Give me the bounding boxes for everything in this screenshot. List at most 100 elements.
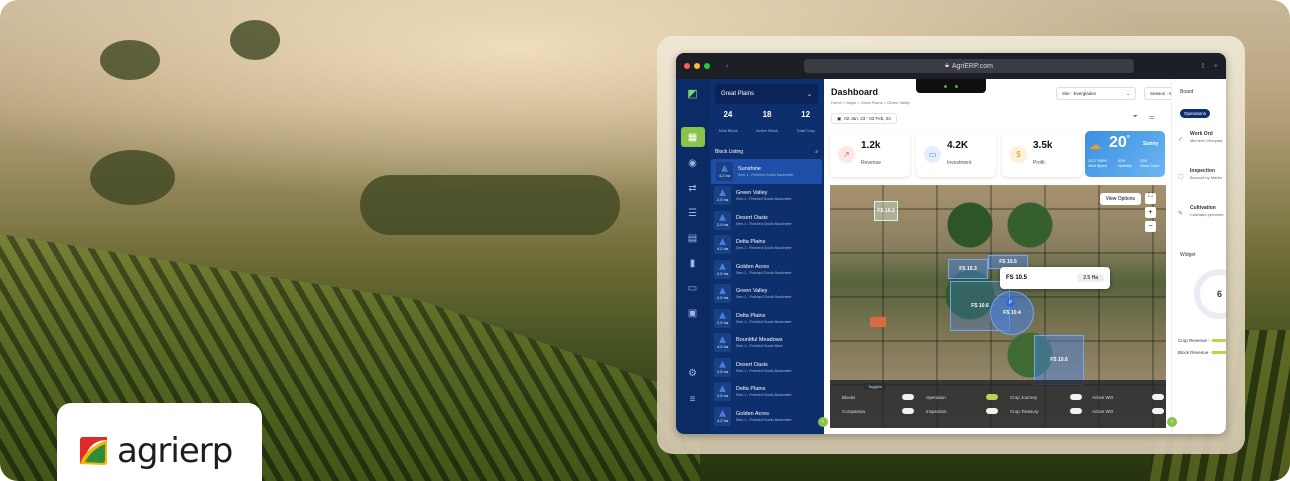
url-bar[interactable]: 🔒︎ AgriERP.com bbox=[804, 59, 1134, 73]
toggle-label: Active WO bbox=[1092, 394, 1114, 400]
map-field[interactable]: FS 10.3 bbox=[948, 259, 988, 279]
dollar-icon: $ bbox=[1010, 145, 1027, 163]
tasks-icon[interactable]: ☰ bbox=[681, 203, 705, 223]
filter-icon[interactable]: ⏷ bbox=[1133, 114, 1138, 121]
gauge-value: 6 bbox=[1217, 289, 1223, 299]
map-field[interactable]: FS 10.2 bbox=[874, 201, 898, 221]
satellite-map[interactable]: FS 10.2 FS 10.3 FS 10.5 FS 10.6 FS 10.4 … bbox=[830, 185, 1166, 428]
chat-icon[interactable]: ▭ bbox=[681, 278, 705, 298]
tree-line bbox=[360, 175, 620, 235]
toggle-switch[interactable] bbox=[902, 394, 914, 400]
toggle-label: Crop Treasury bbox=[1010, 408, 1039, 414]
block-subtitle: Sem-1 - Finished Goods Backmeter bbox=[736, 270, 792, 275]
calendar-icon[interactable]: ▣ bbox=[681, 303, 705, 323]
block-list-item[interactable]: 4.2 ha Bountiful Meadows Sem-1 - Finishe… bbox=[709, 331, 824, 356]
map-toggle[interactable]: Active WO bbox=[1092, 394, 1164, 400]
block-name: Desert Oasis bbox=[736, 214, 768, 221]
operation-title: Work Ord bbox=[1190, 131, 1213, 137]
maximize-dot[interactable] bbox=[704, 63, 710, 69]
operation-subtitle: Broccoli by Martin bbox=[1190, 175, 1222, 180]
sliders-icon[interactable]: ⚌ bbox=[1149, 114, 1154, 121]
block-list-item[interactable]: 2.5 ha Desert Oasis Sem-1 - Finished Goo… bbox=[709, 208, 824, 233]
toggle-switch[interactable] bbox=[986, 408, 998, 414]
share-icon[interactable]: ⇧ bbox=[1200, 62, 1206, 70]
block-list-item[interactable]: 4.2 ha Delta Plains Sem-1 - Finished Goo… bbox=[709, 233, 824, 258]
block-name: Sunshine bbox=[738, 165, 761, 172]
block-subtitle: Sem-1 - Finished Goods Backmeter bbox=[736, 368, 792, 373]
block-list-item[interactable]: 2.5 ha Green Valley Sem-1 - Finished Goo… bbox=[709, 282, 824, 307]
map-toggle[interactable]: Crop Journey bbox=[1010, 394, 1082, 400]
back-icon[interactable]: ‹ bbox=[726, 63, 728, 70]
brand-name: agrierp bbox=[117, 430, 233, 471]
toggle-switch[interactable] bbox=[986, 394, 998, 400]
weather-cloud: 32% Cloud Cover bbox=[1140, 159, 1160, 168]
block-list-item[interactable]: 2.5 ha Green Valley Sem-1 - Finished Goo… bbox=[709, 184, 824, 209]
map-toggle[interactable]: Blocks bbox=[842, 394, 914, 400]
routes-icon[interactable]: ⇄ bbox=[681, 178, 705, 198]
toggle-switch[interactable] bbox=[1152, 408, 1164, 414]
fullscreen-icon[interactable]: ⛶ bbox=[1145, 193, 1156, 204]
dashboard-icon[interactable]: ▦ bbox=[680, 127, 705, 147]
app-logo-icon[interactable]: ◩ bbox=[681, 83, 705, 103]
map-toggle[interactable]: Crop Treasury bbox=[1010, 408, 1082, 414]
document-icon[interactable]: ▤ bbox=[681, 228, 705, 248]
kpi-revenue[interactable]: ↗ 1.2k Revenue bbox=[830, 131, 910, 177]
browser-window: ‹ 🔒︎ AgriERP.com ⇧ + ◩ ▦ ◉ ⇄ ☰ ▤ ▮ ▭ ▣ ⚙ … bbox=[676, 53, 1226, 434]
search-icon[interactable]: ⌕ bbox=[815, 149, 818, 155]
new-tab-icon[interactable]: + bbox=[1214, 63, 1218, 70]
view-options-button[interactable]: View Options bbox=[1099, 193, 1141, 205]
stat-total-crop: 12 Total Crop bbox=[796, 110, 815, 133]
block-icon: 2.5 ha bbox=[714, 382, 731, 402]
sun-cloud-icon: ☁ bbox=[1089, 138, 1101, 152]
field-popup[interactable]: FS 10.5 2.5 Ha bbox=[1000, 267, 1110, 289]
map-toggle[interactable]: Operation bbox=[926, 394, 998, 400]
minimize-dot[interactable] bbox=[694, 63, 700, 69]
toggles-title: Toggles bbox=[864, 383, 886, 390]
toggle-switch[interactable] bbox=[1152, 394, 1164, 400]
clipboard-icon: ✓ bbox=[1178, 137, 1184, 143]
menu-icon[interactable]: ≡ bbox=[681, 389, 705, 409]
block-list-item[interactable]: 4.2 ha Sunshine Sem-1 - Finished Goods B… bbox=[711, 159, 822, 184]
site-select[interactable]: Site : Everglades ⌄ bbox=[1056, 87, 1136, 100]
chart-icon[interactable]: ▮ bbox=[681, 253, 705, 273]
block-list-item[interactable]: 2.5 ha Delta Plains Sem-1 - Finished Goo… bbox=[709, 306, 824, 331]
toggle-switch[interactable] bbox=[1070, 394, 1082, 400]
toggle-switch[interactable] bbox=[1070, 408, 1082, 414]
trend-icon: ↗ bbox=[838, 145, 855, 163]
block-list-item[interactable]: 2.5 ha Golden Acres Sem-1 - Finished Goo… bbox=[709, 257, 824, 282]
map-pin-icon[interactable]: P bbox=[1006, 298, 1015, 307]
toggle-switch[interactable] bbox=[902, 408, 914, 414]
block-name: Bountiful Meadows bbox=[736, 337, 783, 344]
kpi-investment[interactable]: ▭ 4.2K Investment bbox=[916, 131, 996, 177]
map-field[interactable]: FS 10.6 bbox=[1034, 335, 1084, 385]
tab-operations[interactable]: Operations bbox=[1180, 109, 1211, 118]
operation-subtitle: Mid term Vineyard bbox=[1190, 138, 1223, 143]
block-name: Delta Plains bbox=[736, 312, 766, 319]
block-revenue-label: Block Revenue - bbox=[1178, 350, 1212, 355]
expand-panel-button[interactable]: › bbox=[1167, 417, 1177, 427]
block-name: Delta Plains bbox=[736, 386, 766, 393]
weather-card: ☁ 20° Sunny 15.27 KM/H Wind Speed 32% Humi… bbox=[1085, 131, 1165, 177]
date-range-picker[interactable]: ▣ 02 Jan, 23 - 03 Feb, 23 bbox=[831, 113, 897, 124]
collapse-sidebar-button[interactable]: ‹ bbox=[818, 417, 828, 427]
region-select[interactable]: Great Plains ⌄ bbox=[715, 84, 818, 104]
block-icon: 2.5 ha bbox=[714, 210, 731, 230]
block-list-item[interactable]: 4.2 ha Golden Acres Sem-1 - Finished Goo… bbox=[709, 404, 824, 429]
map-pin-icon[interactable]: ◉ bbox=[681, 153, 705, 173]
camera-notch bbox=[916, 79, 986, 93]
zoom-in-button[interactable]: + bbox=[1145, 207, 1156, 218]
kpi-profit[interactable]: $ 3.5k Profit bbox=[1002, 131, 1082, 177]
block-list-item[interactable]: 2.5 ha Delta Plains Sem-1 - Finished Goo… bbox=[709, 380, 824, 405]
gear-icon[interactable]: ⚙ bbox=[681, 363, 705, 383]
toggle-label: Operation bbox=[926, 394, 946, 400]
toggle-label: Inspection bbox=[926, 408, 947, 414]
map-toggle[interactable]: Active WO bbox=[1092, 408, 1164, 414]
map-toggle[interactable]: Inspection bbox=[926, 408, 998, 414]
tree bbox=[100, 40, 160, 80]
close-dot[interactable] bbox=[684, 63, 690, 69]
map-toggle[interactable]: Companion bbox=[842, 408, 914, 414]
block-icon: 2.5 ha bbox=[714, 186, 731, 206]
block-list-item[interactable]: 2.5 ha Desert Oasis Sem-1 - Finished Goo… bbox=[709, 355, 824, 380]
zoom-out-button[interactable]: − bbox=[1145, 221, 1156, 232]
wallet-icon: ▭ bbox=[924, 145, 941, 163]
